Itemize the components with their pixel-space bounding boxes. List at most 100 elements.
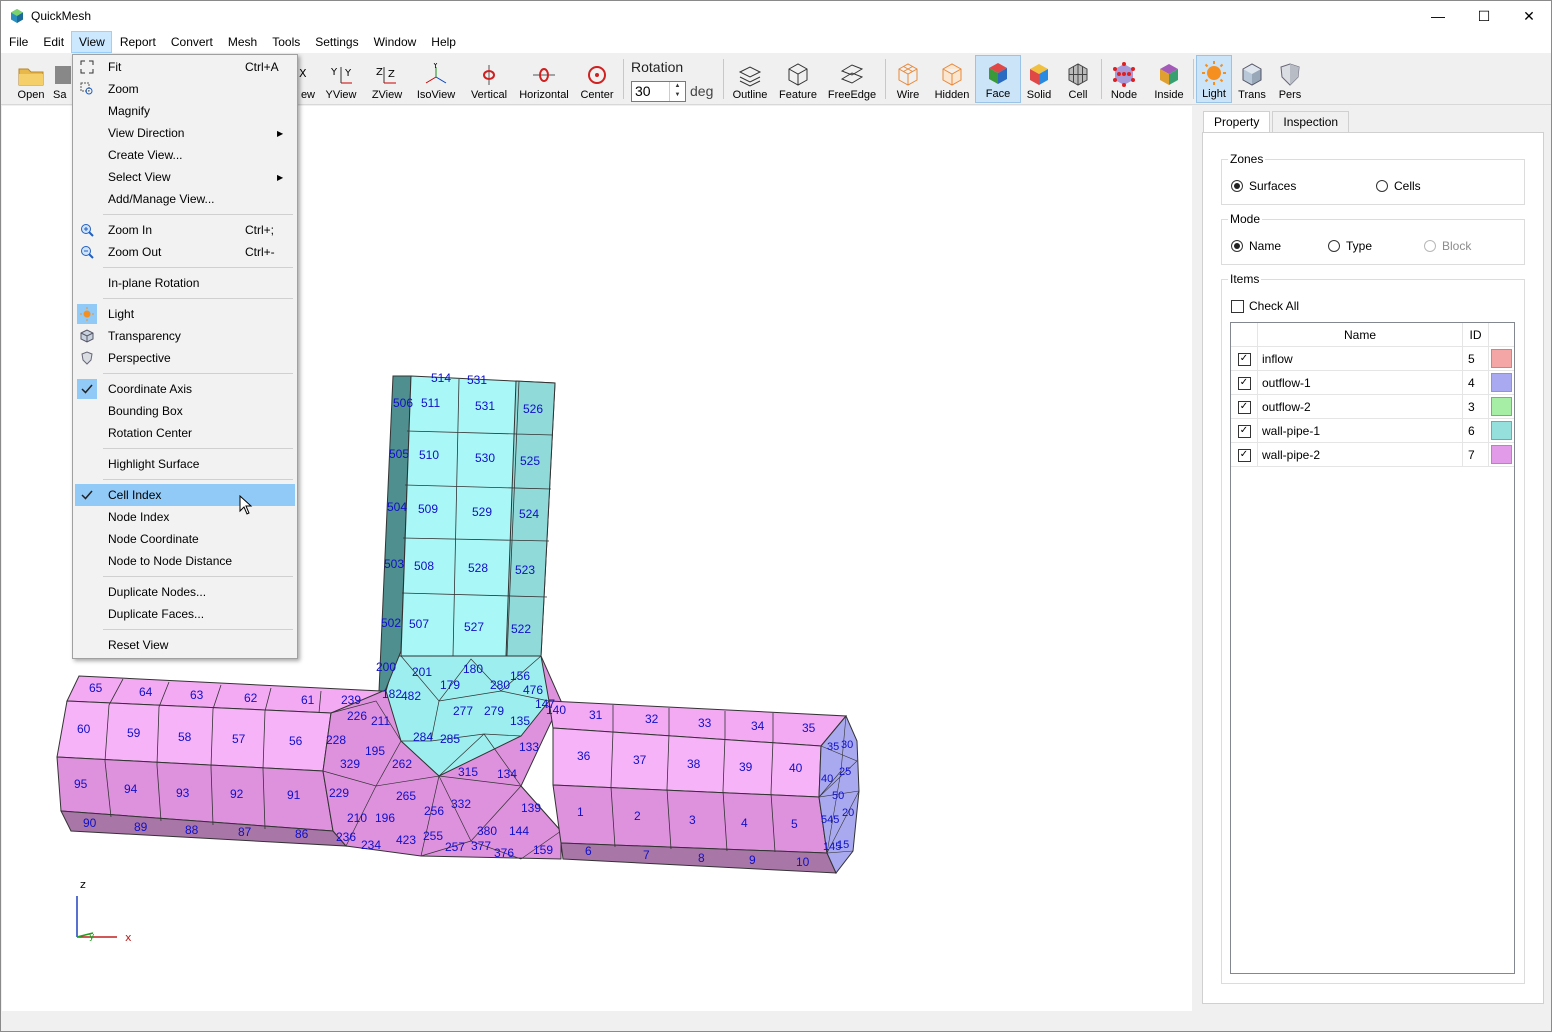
menu-item-transparency[interactable]: Transparency (75, 325, 295, 347)
color-swatch[interactable] (1491, 349, 1512, 368)
menu-item-fit[interactable]: Fit Ctrl+A (75, 56, 295, 78)
menu-item-add-manage-view[interactable]: Add/Manage View... (75, 188, 295, 210)
face-button[interactable]: Face (975, 55, 1021, 103)
menu-help[interactable]: Help (423, 31, 463, 53)
menu-item-bounding-box[interactable]: Bounding Box (75, 400, 295, 422)
svg-text:X: X (299, 67, 307, 80)
mesh-label: 423 (396, 833, 416, 847)
menu-item-zoom-in[interactable]: Zoom In Ctrl+; (75, 219, 295, 241)
zview-button[interactable]: ZZ ZView (367, 55, 407, 103)
tab-property[interactable]: Property (1203, 111, 1271, 133)
mesh-label: 527 (464, 620, 484, 634)
cell-button[interactable]: Cell (1061, 55, 1095, 103)
table-row[interactable]: ✓ outflow-2 3 (1231, 395, 1514, 419)
menu-item-magnify[interactable]: Magnify (75, 100, 295, 122)
mesh-label: 56 (289, 734, 303, 748)
color-swatch[interactable] (1491, 421, 1512, 440)
tab-inspection[interactable]: Inspection (1272, 111, 1350, 133)
menu-report[interactable]: Report (112, 31, 163, 53)
inside-button[interactable]: Inside (1149, 55, 1189, 103)
pers-button[interactable]: Pers (1272, 55, 1308, 103)
light-button[interactable]: Light (1196, 55, 1232, 103)
yview-button[interactable]: YY YView (321, 55, 361, 103)
col-id-header[interactable]: ID (1463, 323, 1489, 347)
table-row[interactable]: ✓ outflow-1 4 (1231, 371, 1514, 395)
mode-block-radio: Block (1424, 239, 1471, 253)
row-checkbox[interactable]: ✓ (1237, 448, 1251, 462)
color-swatch[interactable] (1491, 445, 1512, 464)
menu-item-reset-view[interactable]: Reset View (75, 634, 295, 656)
menu-tools[interactable]: Tools (264, 31, 307, 53)
status-bar (1, 1011, 1551, 1031)
menu-item-node-coordinate[interactable]: Node Coordinate (75, 528, 295, 550)
isoview-button[interactable]: Y IsoView (413, 55, 459, 103)
save-button[interactable]: Sa (53, 55, 73, 103)
menu-item-create-view[interactable]: Create View... (75, 144, 295, 166)
color-swatch[interactable] (1491, 397, 1512, 416)
menu-window[interactable]: Window (366, 31, 424, 53)
menu-edit[interactable]: Edit (35, 31, 71, 53)
horizontal-button[interactable]: Horizontal (517, 55, 571, 103)
open-button[interactable]: Open (9, 55, 53, 103)
horizontal-rotate-icon (533, 68, 555, 82)
row-checkbox[interactable]: ✓ (1237, 352, 1251, 366)
menu-item-select-view[interactable]: Select View ▶ (75, 166, 295, 188)
solid-button[interactable]: Solid (1023, 55, 1055, 103)
mode-type-radio[interactable]: Type (1328, 239, 1372, 253)
trans-button[interactable]: Trans (1234, 55, 1270, 103)
node-button[interactable]: Node (1105, 55, 1143, 103)
col-name-header[interactable]: Name (1258, 323, 1463, 347)
solid-label: Solid (1026, 89, 1052, 101)
menu-item-perspective[interactable]: Perspective (75, 347, 295, 369)
menu-item-view-direction[interactable]: View Direction ▶ (75, 122, 295, 144)
feature-button[interactable]: Feature (777, 55, 819, 103)
menu-item-rotation-center[interactable]: Rotation Center (75, 422, 295, 444)
center-button[interactable]: Center (577, 55, 617, 103)
maximize-button[interactable]: ☐ (1461, 1, 1507, 31)
check-all-checkbox[interactable]: Check All (1231, 299, 1299, 313)
table-row[interactable]: ✓ wall-pipe-1 6 (1231, 419, 1514, 443)
menu-view[interactable]: View (71, 31, 112, 53)
mesh-label: 201 (412, 665, 432, 679)
wire-button[interactable]: Wire (889, 55, 927, 103)
mesh-label: 531 (467, 373, 487, 387)
menu-item-node-to-node-distance[interactable]: Node to Node Distance (75, 550, 295, 572)
xview-button[interactable]: X ew (295, 55, 315, 103)
menu-file[interactable]: File (1, 31, 35, 53)
outline-button[interactable]: Outline (729, 55, 771, 103)
mesh-label: 1 (577, 805, 584, 819)
row-name: wall-pipe-2 (1258, 443, 1463, 467)
zones-surfaces-radio[interactable]: Surfaces (1231, 179, 1296, 193)
table-row[interactable]: ✓ wall-pipe-2 7 (1231, 443, 1514, 467)
menu-item-light[interactable]: Light (75, 303, 295, 325)
menu-item-duplicate-nodes[interactable]: Duplicate Nodes... (75, 581, 295, 603)
menu-item-zoom-out[interactable]: Zoom Out Ctrl+- (75, 241, 295, 263)
rotation-spinner-arrows[interactable]: ▲ ▼ (669, 82, 685, 101)
vertical-button[interactable]: Vertical (467, 55, 511, 103)
row-checkbox[interactable]: ✓ (1237, 424, 1251, 438)
close-button[interactable]: ✕ (1506, 1, 1552, 31)
table-row[interactable]: ✓ inflow 5 (1231, 347, 1514, 371)
menu-item-node-index[interactable]: Node Index (75, 506, 295, 528)
mesh-label: 507 (409, 617, 429, 631)
row-checkbox[interactable]: ✓ (1237, 376, 1251, 390)
minimize-button[interactable]: — (1415, 1, 1461, 31)
freeedge-button[interactable]: FreeEdge (825, 55, 879, 103)
menu-item-duplicate-faces[interactable]: Duplicate Faces... (75, 603, 295, 625)
menu-convert[interactable]: Convert (163, 31, 220, 53)
mesh-label: 279 (484, 704, 504, 718)
menu-item-coordinate-axis[interactable]: Coordinate Axis (75, 378, 295, 400)
menu-item-highlight-surface[interactable]: Highlight Surface (75, 453, 295, 475)
row-checkbox[interactable]: ✓ (1237, 400, 1251, 414)
menu-item-zoom[interactable]: Zoom (75, 78, 295, 100)
iso-view-icon: Y (425, 63, 447, 84)
menu-item-inplane-rotation[interactable]: In-plane Rotation (75, 272, 295, 294)
row-name: outflow-2 (1258, 395, 1463, 419)
mode-name-radio[interactable]: Name (1231, 239, 1281, 253)
menu-mesh[interactable]: Mesh (220, 31, 264, 53)
color-swatch[interactable] (1491, 373, 1512, 392)
menu-item-cell-index[interactable]: Cell Index (75, 484, 295, 506)
zones-cells-radio[interactable]: Cells (1376, 179, 1421, 193)
hidden-button[interactable]: Hidden (931, 55, 973, 103)
menu-settings[interactable]: Settings (307, 31, 365, 53)
